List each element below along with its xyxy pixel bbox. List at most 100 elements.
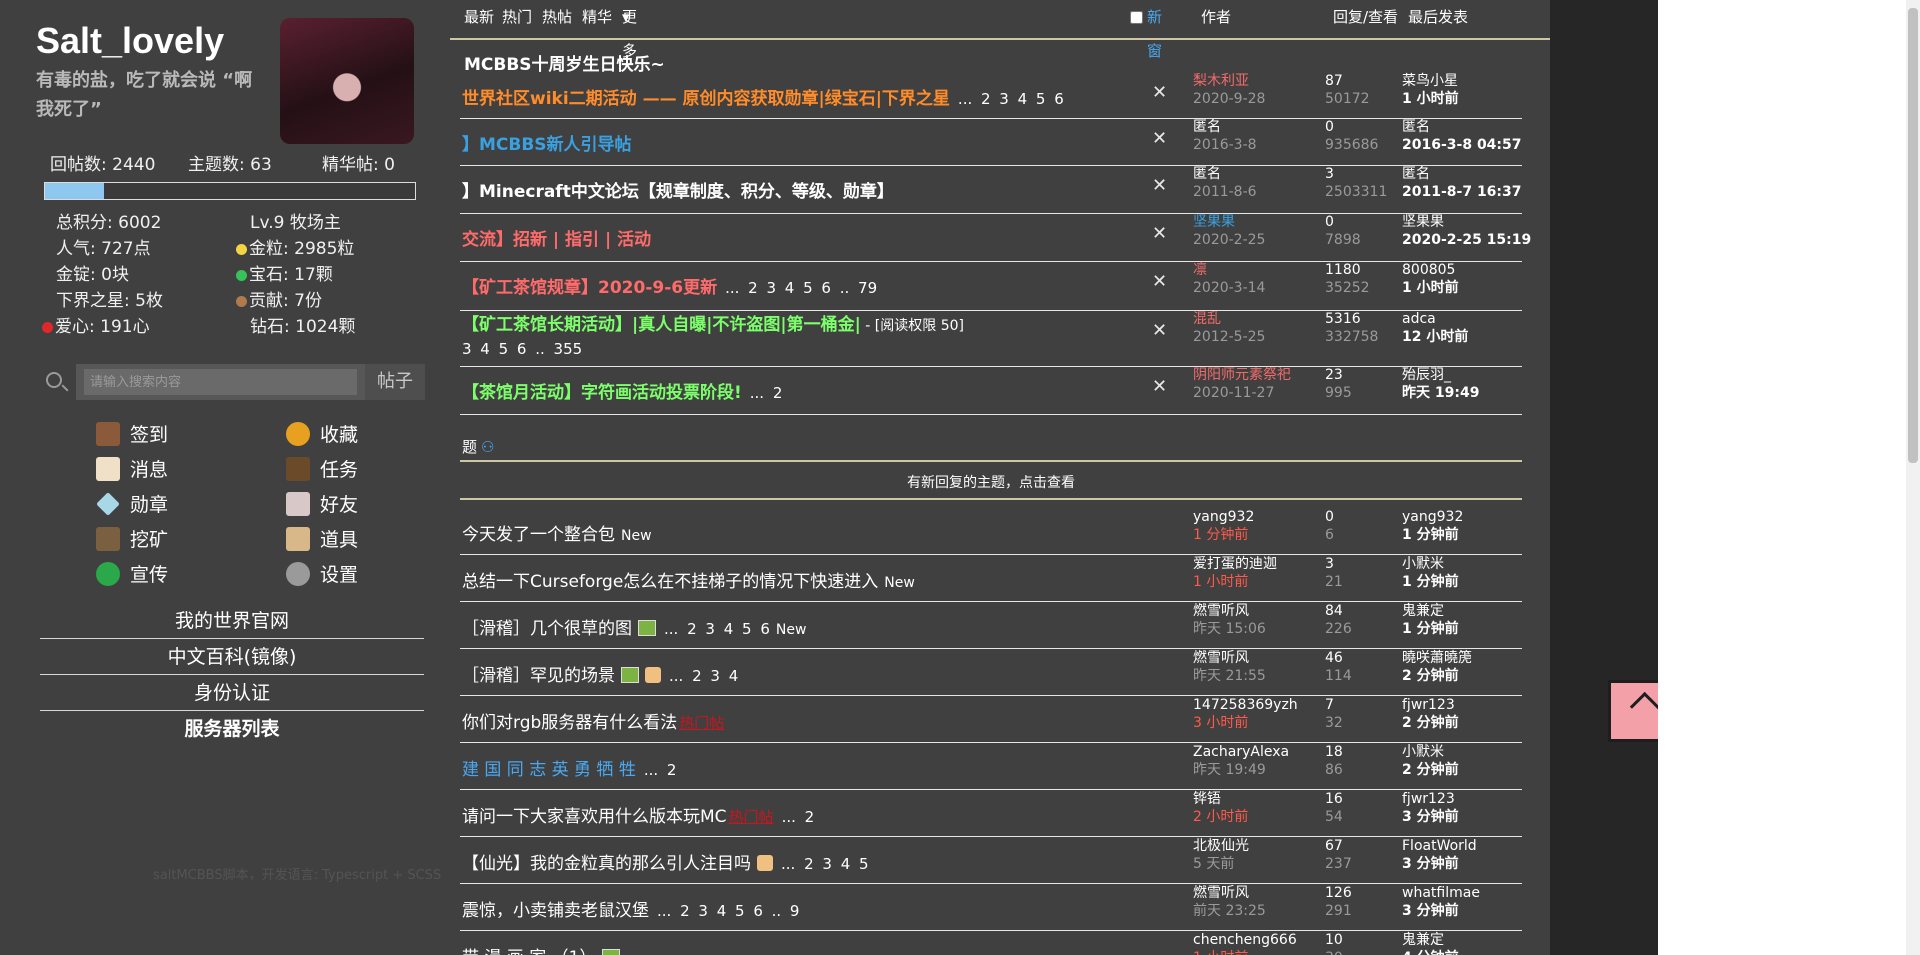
- search-type-select[interactable]: 帖子: [365, 364, 425, 400]
- thread-title-text[interactable]: 【茶馆月活动】字符画活动投票阶段!: [462, 383, 742, 403]
- username[interactable]: Salt_lovely: [36, 20, 224, 62]
- table-row[interactable]: ［滑稽］罕见的场景... 2 3 4 燃雪听风 昨天 21:55 46 114 曉咲蕭曉箎…: [460, 649, 1522, 696]
- table-row[interactable]: 世界社区wiki二期活动 —— 原创内容获取勋章|绿宝石|下界之星 ... 2 3…: [460, 72, 1522, 119]
- page-links[interactable]: 3 4 5 6 .. 355: [462, 340, 582, 358]
- table-row[interactable]: 总结一下Curseforge怎么在不挂梯子的情况下快速进入 New 爱打蛋的迪迦 1 …: [460, 555, 1522, 602]
- thread-title[interactable]: 建 国 同 志 英 勇 牺 牲 ... 2: [462, 755, 676, 780]
- page-links[interactable]: ... 2 3 4: [669, 667, 738, 685]
- page-links[interactable]: ... 2 3 4 5 6: [664, 620, 770, 638]
- last-time[interactable]: 1 小时前: [1402, 279, 1459, 297]
- author-name[interactable]: 燃雪听风: [1193, 602, 1266, 620]
- author-name[interactable]: 梨木利亚: [1193, 72, 1265, 90]
- thread-title[interactable]: 今天发了一个整合包 New: [462, 520, 652, 545]
- newwin-checkbox[interactable]: [1130, 11, 1143, 24]
- last-user[interactable]: 鬼兼定: [1402, 931, 1459, 949]
- last-user[interactable]: 小默米: [1402, 743, 1459, 761]
- page-links[interactable]: ... 2 3 4 5 6 .. 9: [657, 902, 799, 920]
- last-user[interactable]: 匿名: [1402, 118, 1522, 136]
- last-user[interactable]: FloatWorld: [1402, 837, 1477, 855]
- col-reply-view[interactable]: 回复/查看: [1333, 0, 1398, 34]
- table-row[interactable]: 请问一下大家喜欢用什么版本玩MC 热门帖... 2 铧铻 2 小时前 16 54 fjwr1…: [460, 790, 1522, 837]
- last-time[interactable]: 昨天 19:49: [1402, 384, 1479, 402]
- author-name[interactable]: yang932: [1193, 508, 1254, 526]
- table-row[interactable]: 【茶馆月活动】字符画活动投票阶段! ... 2 ✕ 阴阳师元素祭祀 2020-11-27…: [460, 366, 1522, 415]
- table-row[interactable]: 今天发了一个整合包 New yang932 1 分钟前 0 6 yang932 1 分钟前: [460, 508, 1522, 555]
- last-user[interactable]: 匿名: [1402, 165, 1522, 183]
- last-user[interactable]: 鬼兼定: [1402, 602, 1459, 620]
- thread-title-text[interactable]: 】MCBBS新人引导帖: [462, 135, 632, 155]
- thread-title-text[interactable]: 请问一下大家喜欢用什么版本玩MC: [462, 807, 727, 827]
- author-name[interactable]: 坚果果: [1193, 213, 1265, 231]
- menu-props[interactable]: 道具: [286, 525, 358, 555]
- thread-title-text[interactable]: 带 漫 画 家 （1）: [462, 948, 596, 955]
- close-icon[interactable]: ✕: [1152, 271, 1167, 292]
- menu-messages[interactable]: 消息: [96, 455, 168, 485]
- menu-checkin[interactable]: 签到: [96, 420, 168, 450]
- menu-mining[interactable]: 挖矿: [96, 525, 168, 555]
- author-name[interactable]: 匿名: [1193, 118, 1257, 136]
- search-icon[interactable]: [46, 372, 62, 388]
- menu-friends[interactable]: 好友: [286, 490, 358, 520]
- last-time[interactable]: 2016-3-8 04:57: [1402, 136, 1522, 154]
- thread-title[interactable]: ［滑稽］罕见的场景 ... 2 3 4: [462, 661, 738, 686]
- thread-title-text[interactable]: 今天发了一个整合包: [462, 525, 615, 545]
- link-identity[interactable]: 身份认证: [40, 676, 424, 711]
- thread-title[interactable]: 总结一下Curseforge怎么在不挂梯子的情况下快速进入 New: [462, 567, 915, 592]
- page-links[interactable]: ... 2: [782, 808, 815, 826]
- thread-title-text[interactable]: ［滑稽］几个很草的图: [462, 619, 632, 639]
- table-row[interactable]: 】MCBBS新人引导帖 ✕ 匿名 2016-3-8 0 935686 匿名 2016-3-8 …: [460, 118, 1522, 166]
- menu-favorites[interactable]: 收藏: [286, 420, 358, 450]
- author-name[interactable]: 燃雪听风: [1193, 649, 1266, 667]
- close-icon[interactable]: ✕: [1152, 175, 1167, 196]
- table-row[interactable]: 【矿工茶馆长期活动】|真人自曝|不许盗图|第一桶金| - [阅读权限 50] 3 …: [460, 310, 1522, 367]
- last-time[interactable]: 2 分钟前: [1402, 667, 1472, 685]
- last-time[interactable]: 1 分钟前: [1402, 620, 1459, 638]
- author-name[interactable]: 北极仙光: [1193, 837, 1249, 855]
- thread-title[interactable]: 】MCBBS新人引导帖: [462, 130, 632, 155]
- filter-digest[interactable]: 精华: [582, 0, 612, 34]
- table-row[interactable]: 】Minecraft中文论坛【规章制度、积分、等级、勋章】 ✕ 匿名 2011-8-6…: [460, 165, 1522, 214]
- table-row[interactable]: 带 漫 画 家 （1） chencheng6661 小时前 1030 鬼兼定4 分钟前: [460, 931, 1522, 955]
- newwin-toggle[interactable]: 新窗: [1130, 0, 1162, 60]
- page-links[interactable]: ... 2 3 4 5 6: [958, 90, 1064, 108]
- thread-title[interactable]: 【仙光】我的金粒真的那么引人注目吗 ... 2 3 4 5: [462, 849, 869, 874]
- link-server-list[interactable]: 服务器列表: [40, 712, 424, 746]
- last-user[interactable]: fjwr123: [1402, 790, 1459, 808]
- search-input[interactable]: [84, 369, 357, 395]
- author-name[interactable]: 147258369yzh: [1193, 696, 1298, 714]
- thread-title[interactable]: 震惊，小卖铺卖老鼠汉堡 ... 2 3 4 5 6 .. 9: [462, 896, 799, 921]
- thread-title[interactable]: 【矿工茶馆长期活动】|真人自曝|不许盗图|第一桶金| - [阅读权限 50]: [462, 310, 964, 335]
- last-time[interactable]: 2 分钟前: [1402, 761, 1459, 779]
- last-user[interactable]: 曉咲蕭曉箎: [1402, 649, 1472, 667]
- thread-title-text[interactable]: ［滑稽］罕见的场景: [462, 666, 615, 686]
- thread-title[interactable]: 】Minecraft中文论坛【规章制度、积分、等级、勋章】: [462, 177, 894, 202]
- link-official-site[interactable]: 我的世界官网: [40, 604, 424, 639]
- thread-title-text[interactable]: 总结一下Curseforge怎么在不挂梯子的情况下快速进入: [462, 572, 878, 592]
- thread-title-text[interactable]: 【仙光】我的金粒真的那么引人注目吗: [462, 854, 751, 874]
- thread-title-text[interactable]: 【矿工茶馆规章】2020-9-6更新: [462, 278, 717, 298]
- thread-title-text[interactable]: 你们对rgb服务器有什么看法: [462, 713, 677, 733]
- thread-title[interactable]: 【茶馆月活动】字符画活动投票阶段! ... 2: [462, 378, 782, 403]
- last-time[interactable]: 4 分钟前: [1402, 949, 1459, 955]
- filter-hot[interactable]: 热门: [502, 0, 532, 34]
- thread-title-text[interactable]: 建 国 同 志 英 勇 牺 牲: [462, 760, 636, 780]
- last-user[interactable]: 小默米: [1402, 555, 1459, 573]
- author-name[interactable]: 燃雪听风: [1193, 884, 1266, 902]
- last-user[interactable]: fjwr123: [1402, 696, 1459, 714]
- table-row[interactable]: 你们对rgb服务器有什么看法 热门帖 147258369yzh 3 小时前 7 32 fjw…: [460, 696, 1522, 743]
- thread-title[interactable]: 带 漫 画 家 （1）: [462, 943, 621, 955]
- table-row[interactable]: 建 国 同 志 英 勇 牺 牲 ... 2 ZacharyAlexa 昨天 19:49…: [460, 743, 1522, 790]
- author-name[interactable]: 混乱: [1193, 310, 1265, 328]
- filter-hottopic[interactable]: 热帖: [542, 0, 572, 34]
- last-time[interactable]: 1 小时前: [1402, 90, 1459, 108]
- thread-title[interactable]: 你们对rgb服务器有什么看法 热门帖: [462, 708, 724, 733]
- menu-medals[interactable]: 勋章: [96, 490, 168, 520]
- thread-title-text[interactable]: 世界社区wiki二期活动 —— 原创内容获取勋章|绿宝石|下界之星: [462, 89, 950, 109]
- thread-title[interactable]: 世界社区wiki二期活动 —— 原创内容获取勋章|绿宝石|下界之星 ... 2 3…: [462, 84, 1064, 109]
- new-replies-banner[interactable]: 有新回复的主题，点击查看: [460, 468, 1522, 498]
- last-user[interactable]: whatfilmae: [1402, 884, 1480, 902]
- table-row[interactable]: 震惊，小卖铺卖老鼠汉堡 ... 2 3 4 5 6 .. 9 燃雪听风 前天 23:2…: [460, 884, 1522, 931]
- thread-title-text[interactable]: 【矿工茶馆长期活动】|真人自曝|不许盗图|第一桶金|: [462, 315, 861, 335]
- page-links[interactable]: ... 2 3 4 5: [781, 855, 869, 873]
- table-row[interactable]: 交流】招新 | 指引 | 活动 ✕ 坚果果 2020-2-25 0 7898 坚果果 2020…: [460, 213, 1531, 262]
